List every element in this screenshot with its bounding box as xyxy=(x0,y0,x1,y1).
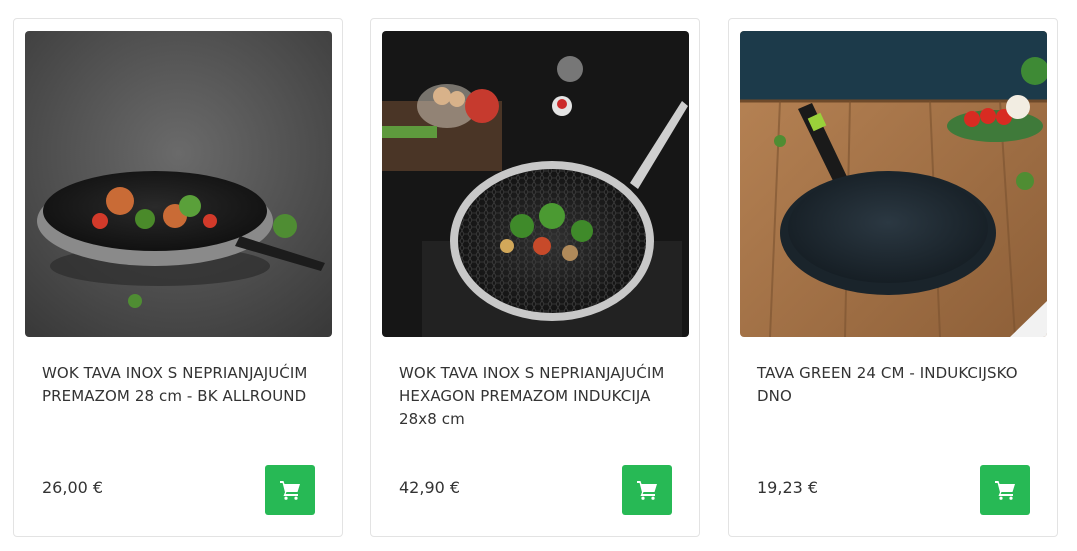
add-to-cart-button[interactable] xyxy=(622,465,672,515)
shopping-cart-icon xyxy=(995,481,1015,500)
add-to-cart-button[interactable] xyxy=(980,465,1030,515)
product-title[interactable]: WOK TAVA INOX S NEPRIANJAJUĆIM HEXAGON P… xyxy=(399,362,669,431)
product-price: 19,23 € xyxy=(757,478,819,497)
add-to-cart-button[interactable] xyxy=(265,465,315,515)
product-image[interactable] xyxy=(740,31,1047,337)
product-image[interactable] xyxy=(382,31,689,337)
product-grid: WOK TAVA INOX S NEPRIANJAJUĆIM PREMAZOM … xyxy=(0,0,1077,551)
product-card[interactable]: WOK TAVA INOX S NEPRIANJAJUĆIM HEXAGON P… xyxy=(370,18,700,537)
product-price: 42,90 € xyxy=(399,478,461,497)
product-image[interactable] xyxy=(25,31,332,337)
product-title[interactable]: TAVA GREEN 24 CM - INDUKCIJSKO DNO xyxy=(757,362,1027,408)
product-card[interactable]: WOK TAVA INOX S NEPRIANJAJUĆIM PREMAZOM … xyxy=(13,18,343,537)
product-price: 26,00 € xyxy=(42,478,104,497)
product-title[interactable]: WOK TAVA INOX S NEPRIANJAJUĆIM PREMAZOM … xyxy=(42,362,312,408)
shopping-cart-icon xyxy=(637,481,657,500)
product-card[interactable]: TAVA GREEN 24 CM - INDUKCIJSKO DNO 19,23… xyxy=(728,18,1058,537)
shopping-cart-icon xyxy=(280,481,300,500)
